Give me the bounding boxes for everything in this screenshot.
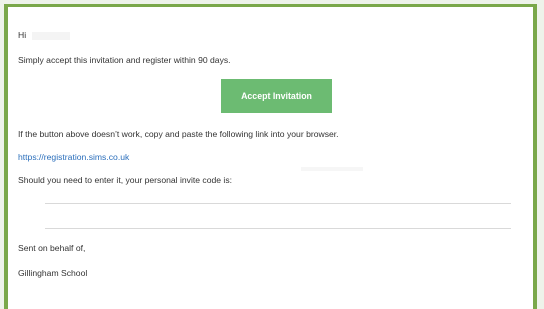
signoff-text: Sent on behalf of,: [18, 243, 86, 253]
school-name: Gillingham School: [18, 268, 88, 278]
divider-bottom: [45, 228, 511, 229]
invite-code-text: Should you need to enter it, your person…: [18, 175, 233, 185]
intro-text: Simply accept this invitation and regist…: [18, 55, 231, 65]
fallback-instructions: If the button above doesn’t work, copy a…: [18, 129, 339, 139]
registration-link[interactable]: https://registration.sims.co.uk: [18, 152, 129, 162]
accept-invitation-button[interactable]: Accept Invitation: [221, 79, 332, 113]
email-frame: Hi Simply accept this invitation and reg…: [4, 4, 537, 309]
redacted-area: [301, 167, 363, 171]
email-body: Hi Simply accept this invitation and reg…: [18, 7, 533, 309]
recipient-name-redacted: [32, 31, 71, 40]
greeting-line: Hi: [18, 30, 71, 40]
greeting-text: Hi: [18, 30, 27, 40]
divider-top: [45, 203, 511, 204]
